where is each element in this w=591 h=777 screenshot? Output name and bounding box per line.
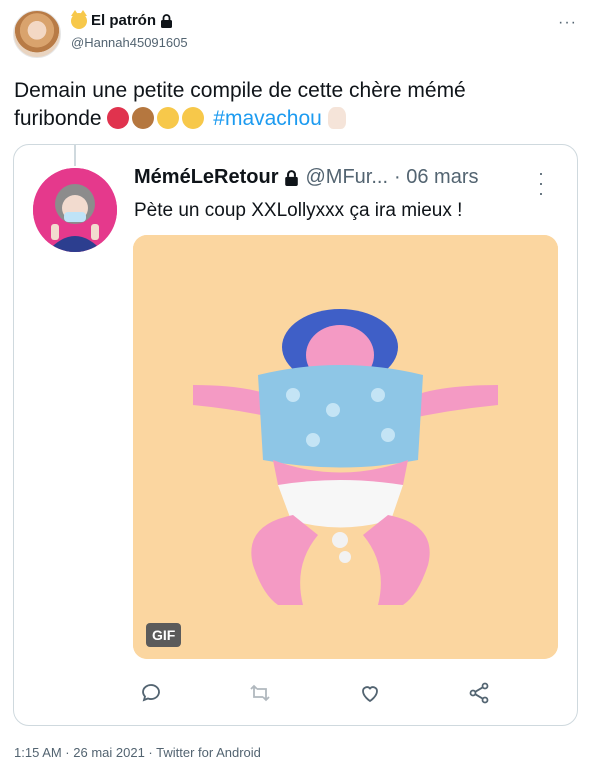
grinning-cat-icon (182, 107, 205, 129)
like-icon[interactable] (354, 677, 386, 709)
quoted-author-avatar[interactable] (33, 168, 117, 252)
more-options-icon[interactable]: ··· (558, 14, 577, 32)
tweet-meta: 1:15 AM · 26 mai 2021 · Twitter for Andr… (14, 745, 261, 760)
author-display-name[interactable]: El patrón (91, 12, 156, 29)
author-avatar[interactable] (13, 10, 61, 58)
gif-badge: GIF (146, 623, 182, 647)
victory-hand-icon (327, 107, 346, 129)
retweet-icon[interactable] (244, 677, 276, 709)
angry-face-icon (107, 107, 130, 129)
share-icon[interactable] (463, 677, 495, 709)
grandma-avatar-icon (33, 168, 117, 252)
tweet-text-line2-wrap: furibonde #mavachou (14, 105, 574, 133)
quoted-text: Pète un coup XXLollyxxx ça ira mieux ! (134, 200, 463, 221)
grinning-cat-icon (157, 107, 180, 129)
reply-icon[interactable] (135, 677, 167, 709)
gif-media[interactable] (133, 235, 558, 659)
tweet-text-line1: Demain une petite compile de cette chère… (14, 79, 466, 102)
lock-icon (285, 169, 299, 186)
thread-line (74, 144, 76, 166)
tweet-text: Demain une petite compile de cette chère… (14, 77, 574, 133)
tweet-actions (133, 677, 558, 709)
author-name-row[interactable]: El patrón (71, 9, 173, 29)
hashtag-link[interactable]: #mavachou (213, 107, 322, 130)
quoted-header: MéméLeRetour @MFur... · 06 mars (134, 166, 478, 189)
dancing-woman-illustration (133, 235, 558, 659)
author-handle[interactable]: @Hannah45091605 (71, 35, 188, 50)
quoted-date[interactable]: · 06 mars (394, 166, 478, 189)
lock-icon (161, 13, 173, 28)
tweet-text-line2: furibonde (14, 107, 102, 130)
quoted-handle[interactable]: @MFur... (305, 166, 388, 189)
quoted-more-options-icon[interactable]: · · · (538, 164, 544, 202)
quoted-display-name[interactable]: MéméLeRetour (134, 166, 278, 189)
cat-emoji-icon (71, 9, 87, 29)
see-no-evil-monkey-icon (132, 107, 155, 129)
